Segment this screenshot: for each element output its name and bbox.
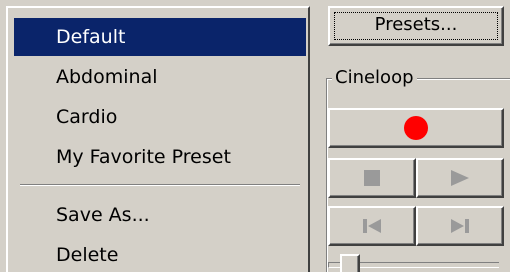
app-window: Default Abdominal Cardio My Favorite Pre… — [0, 0, 510, 272]
record-button[interactable] — [328, 108, 504, 148]
presets-button[interactable]: Presets... — [328, 6, 504, 46]
menu-item-save-as[interactable]: Save As... — [14, 196, 306, 234]
presets-context-menu: Default Abdominal Cardio My Favorite Pre… — [6, 6, 310, 272]
record-icon — [404, 116, 428, 140]
skip-to-end-icon — [451, 219, 469, 233]
skip-to-start-button[interactable] — [328, 206, 416, 246]
menu-item-my-favorite-preset[interactable]: My Favorite Preset — [14, 138, 306, 176]
menu-separator — [20, 184, 300, 186]
presets-button-label: Presets... — [374, 14, 458, 35]
menu-item-default[interactable]: Default — [14, 18, 306, 56]
menu-item-delete[interactable]: Delete — [14, 236, 306, 272]
menu-item-abdominal[interactable]: Abdominal — [14, 58, 306, 96]
cineloop-slider-thumb[interactable] — [340, 254, 360, 272]
menu-item-cardio[interactable]: Cardio — [14, 98, 306, 136]
stop-button[interactable] — [328, 158, 416, 198]
stop-icon — [364, 170, 380, 186]
skip-to-end-button[interactable] — [416, 206, 504, 246]
play-button[interactable] — [416, 158, 504, 198]
skip-to-start-icon — [363, 219, 381, 233]
control-panel: Presets... Cineloop — [316, 0, 510, 272]
cineloop-group-title: Cineloop — [332, 64, 417, 92]
play-icon — [451, 170, 469, 186]
